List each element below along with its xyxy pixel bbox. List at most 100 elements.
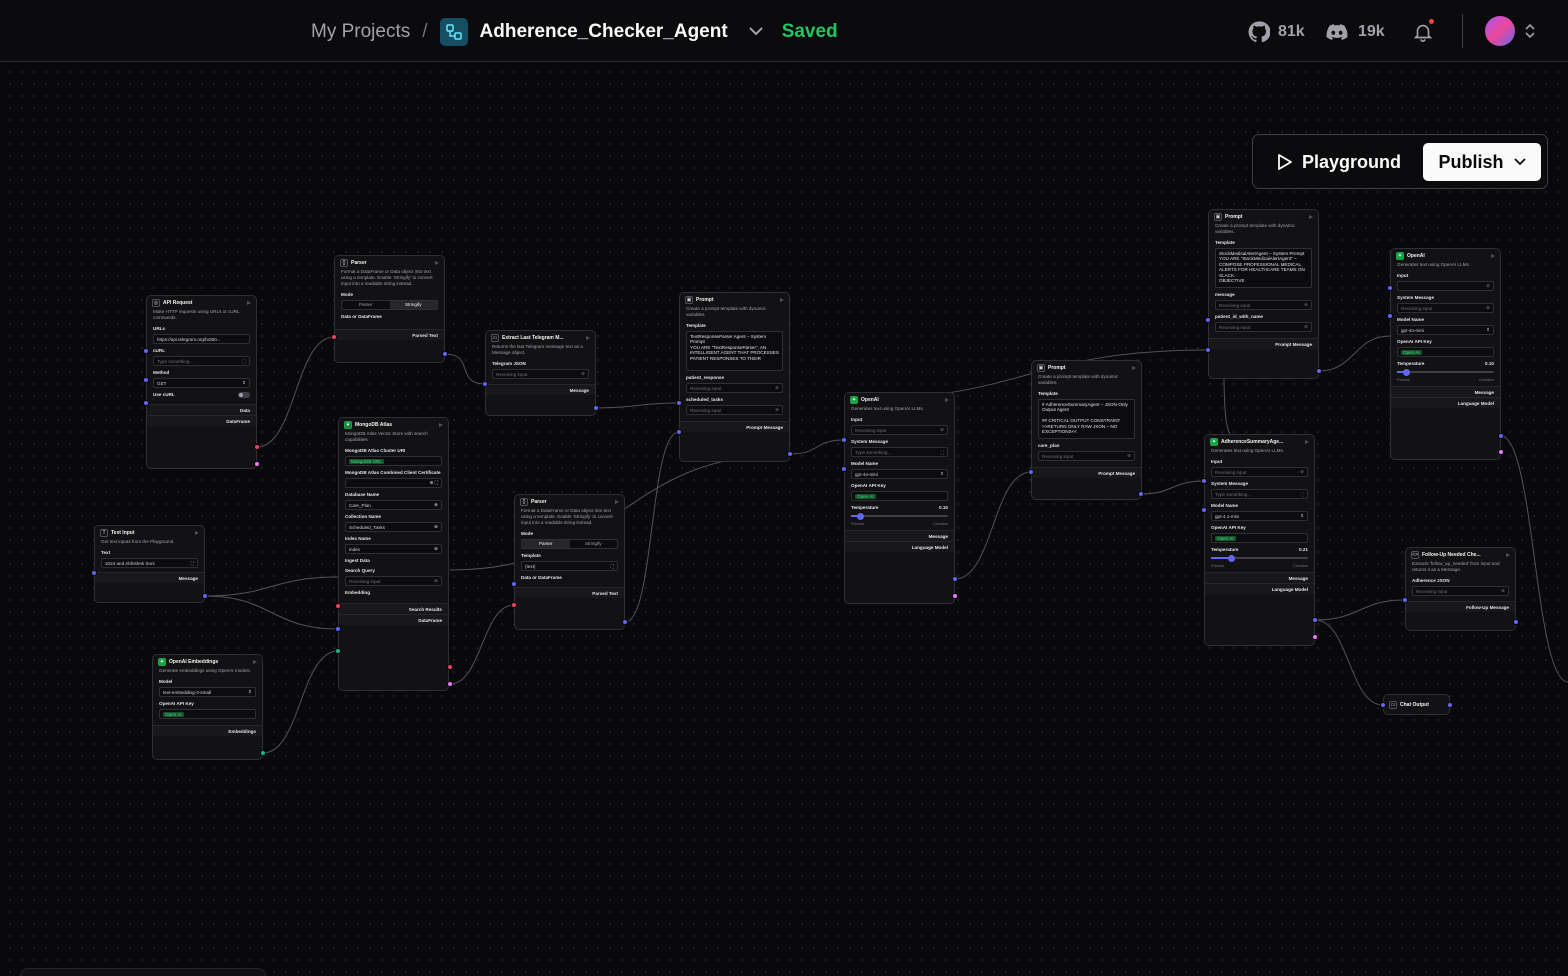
port-handle[interactable]	[622, 619, 628, 625]
output-message[interactable]: Message	[845, 530, 954, 541]
port-handle[interactable]	[952, 593, 958, 599]
github-link[interactable]: 81k	[1248, 20, 1305, 44]
port-handle[interactable]	[1201, 507, 1207, 513]
port-handle[interactable]	[143, 348, 149, 354]
play-icon[interactable]	[1132, 365, 1136, 370]
edge-8[interactable]	[789, 439, 845, 455]
system-message-input[interactable]: Receiving input ⊕	[1397, 303, 1494, 313]
api-key-input[interactable]: Open AI	[851, 491, 948, 501]
port-handle[interactable]	[787, 451, 793, 457]
collection-input[interactable]: Scheduled_Tasks ⊕	[345, 522, 442, 532]
port-handle[interactable]	[1028, 469, 1034, 475]
port-handle[interactable]	[676, 400, 682, 406]
port-handle[interactable]	[202, 593, 208, 599]
play-icon[interactable]	[1506, 552, 1510, 557]
search-query-input[interactable]: Receiving input ⊕	[345, 576, 442, 586]
node-follow-up-check[interactable]: <> Follow-Up Needed Che... Extracts 'foll…	[1405, 547, 1516, 631]
patient-response-input[interactable]: Receiving input ⊕	[686, 383, 783, 393]
system-message-input[interactable]: Type something... ⛶	[851, 447, 948, 457]
port-handle[interactable]	[1201, 478, 1207, 484]
port-handle[interactable]	[143, 400, 149, 406]
play-icon[interactable]	[1305, 439, 1309, 444]
port-handle[interactable]	[1380, 702, 1386, 708]
port-handle[interactable]	[511, 581, 517, 587]
port-handle[interactable]	[511, 602, 517, 608]
node-extract-telegram[interactable]: ▭ Extract Last Telegram M... Returns the …	[485, 330, 596, 416]
port-handle[interactable]	[260, 750, 266, 756]
chevron-down-icon[interactable]	[748, 23, 764, 41]
system-message-input[interactable]: Type something... ⛶	[1211, 489, 1308, 499]
port-handle[interactable]	[1498, 449, 1504, 455]
text-input-field[interactable]: 1024 and Abhishek Soni ⛶	[101, 558, 198, 568]
port-handle[interactable]	[1447, 702, 1453, 708]
node-text-input[interactable]: T Text Input Get text inputs from the Pla…	[94, 525, 205, 603]
template-textarea[interactable]: TextResponseParser Agent – System Prompt…	[686, 331, 783, 371]
output-language-model[interactable]: Language Model	[1391, 397, 1500, 408]
node-adherence-summary-agent[interactable]: ✦ AdherenceSummaryAge... Generates text u…	[1204, 434, 1315, 646]
edge-12[interactable]	[1314, 619, 1384, 706]
port-handle[interactable]	[1316, 368, 1322, 374]
flow-canvas[interactable]: ◎ API Request Make HTTP requests using UR…	[0, 62, 1568, 976]
port-handle[interactable]	[1387, 285, 1393, 291]
edge-2[interactable]	[204, 595, 339, 630]
template-input[interactable]: {text} ⛶	[521, 561, 618, 571]
input-field[interactable]: Receiving input ⊕	[851, 425, 948, 435]
certificate-input[interactable]: ⊕ ⛶	[345, 478, 442, 488]
bell-icon[interactable]	[1412, 19, 1436, 44]
port-handle[interactable]	[1205, 347, 1211, 353]
edge-6[interactable]	[449, 604, 515, 685]
play-icon[interactable]	[1491, 253, 1495, 258]
port-handle[interactable]	[447, 681, 453, 687]
port-handle[interactable]	[335, 626, 341, 632]
adherence-json-input[interactable]: Receiving input ⊕	[1412, 586, 1509, 596]
output-language-model[interactable]: Language Model	[1205, 583, 1314, 594]
output-follow-up-message[interactable]: Follow-Up Message	[1406, 601, 1515, 612]
node-chat-output[interactable]: ▭ Chat Output	[1383, 694, 1450, 715]
breadcrumb-my-projects[interactable]: My Projects	[311, 21, 410, 43]
edge-0[interactable]	[256, 336, 335, 448]
edge-11[interactable]	[1314, 599, 1406, 621]
node-prompt-2[interactable]: ▣ Prompt Create a prompt template with dy…	[1031, 360, 1142, 500]
mode-parser[interactable]: Parser	[342, 301, 390, 309]
output-search-results[interactable]: Search Results	[339, 603, 448, 614]
port-handle[interactable]	[593, 405, 599, 411]
port-handle[interactable]	[254, 444, 260, 450]
node-openai[interactable]: ✦ OpenAI Generates text using OpenAI LLMs…	[844, 392, 955, 604]
output-message[interactable]: Message	[486, 384, 595, 395]
node-parser-2[interactable]: {} Parser Format a DataFrame or Data obje…	[514, 494, 625, 630]
discord-link[interactable]: 19k	[1326, 20, 1385, 44]
play-icon[interactable]	[615, 499, 619, 504]
output-prompt-message[interactable]: Prompt Message	[1209, 338, 1318, 349]
urls-input[interactable]: https://api.telegram.org/bot60...	[153, 334, 250, 344]
play-icon[interactable]	[945, 397, 949, 402]
port-handle[interactable]	[91, 570, 97, 576]
port-handle[interactable]	[952, 576, 958, 582]
port-handle[interactable]	[1498, 433, 1504, 439]
output-prompt-message[interactable]: Prompt Message	[680, 421, 789, 432]
mode-stringify[interactable]: Stringify	[389, 301, 437, 309]
input-field[interactable]: ⊕	[1397, 281, 1494, 291]
output-message[interactable]: Message	[1391, 386, 1500, 397]
flow-name[interactable]: Adherence_Checker_Agent	[480, 21, 728, 43]
port-handle[interactable]	[1513, 619, 1519, 625]
template-textarea[interactable]: StockMedicalAlertAgent – System Prompt Y…	[1215, 248, 1312, 288]
node-prompt[interactable]: ▣ Prompt Create a prompt template with dy…	[679, 292, 790, 462]
database-input[interactable]: Care_Plan ⊕	[345, 500, 442, 510]
port-handle[interactable]	[335, 603, 341, 609]
output-parsed-text[interactable]: Parsed Text	[515, 587, 624, 598]
edge-13[interactable]	[1318, 335, 1391, 372]
port-handle[interactable]	[841, 466, 847, 472]
edge-4[interactable]	[262, 650, 339, 754]
node-prompt-3[interactable]: ▣ Prompt Create a prompt template with dy…	[1208, 209, 1319, 379]
port-handle[interactable]	[676, 429, 682, 435]
port-handle[interactable]	[447, 664, 453, 670]
temperature-slider[interactable]	[1211, 554, 1308, 562]
output-dataframe[interactable]: DataFrame	[147, 415, 256, 426]
mode-toggle[interactable]: Parser Stringify	[341, 300, 438, 310]
port-handle[interactable]	[1138, 491, 1144, 497]
input-field[interactable]: Receiving input ⊕	[1211, 467, 1308, 477]
port-handle[interactable]	[1205, 317, 1211, 323]
playground-button[interactable]: Playground	[1277, 143, 1401, 181]
mode-toggle[interactable]: Parser Stringify	[521, 539, 618, 549]
edge-7[interactable]	[624, 431, 680, 623]
